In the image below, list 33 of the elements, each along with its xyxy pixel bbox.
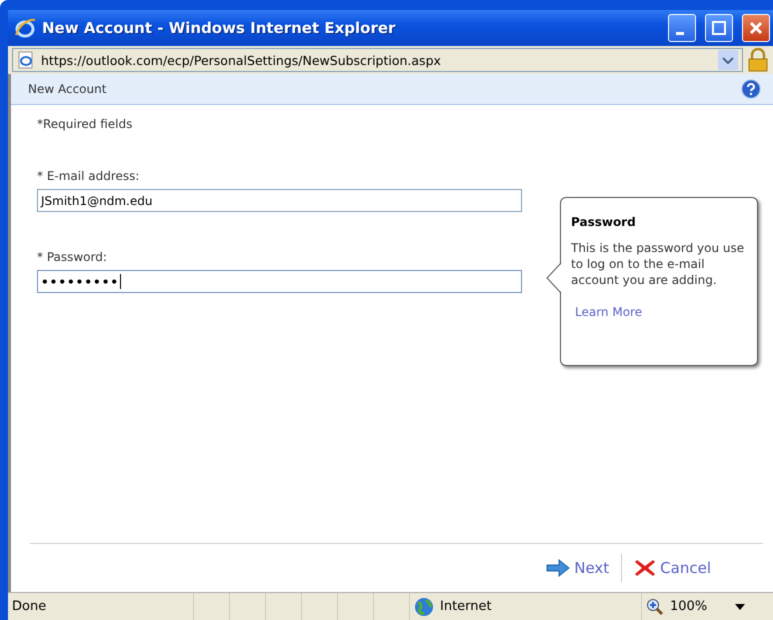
- window-title: New Account - Windows Internet Explorer: [42, 19, 396, 37]
- caret-icon[interactable]: [735, 604, 746, 610]
- next-button[interactable]: Next: [534, 555, 622, 581]
- cancel-button[interactable]: Cancel: [621, 554, 723, 582]
- tooltip-text: This is the password you use to log on to the e-mail account you are adding.: [571, 240, 746, 288]
- address-field[interactable]: https://outlook.com/ecp/PersonalSettings/NewSubscription.aspx: [12, 48, 743, 72]
- close-icon: [749, 21, 763, 35]
- page-title: New Account: [28, 82, 106, 96]
- padlock-icon[interactable]: [747, 48, 769, 72]
- help-icon[interactable]: [741, 79, 761, 99]
- required-note: *Required fields: [37, 117, 132, 131]
- learn-more-link[interactable]: Learn More: [575, 305, 642, 319]
- zoom-level[interactable]: 100%: [670, 599, 708, 614]
- page-icon: [17, 51, 35, 69]
- field-label: * Password:: [37, 250, 107, 264]
- status-text: Done: [12, 599, 46, 614]
- minimize-button[interactable]: [668, 14, 696, 42]
- cross-icon: [634, 558, 656, 578]
- arrow-right-icon: [546, 559, 570, 577]
- minimize-icon: [676, 32, 684, 34]
- zoom-icon[interactable]: [646, 598, 664, 616]
- password-field[interactable]: •••••••••: [37, 270, 522, 293]
- close-button[interactable]: [742, 14, 770, 42]
- dropdown-icon[interactable]: [718, 50, 738, 70]
- tooltip-title: Password: [571, 214, 637, 230]
- zone-text: Internet: [440, 599, 492, 614]
- field-label: * E-mail address:: [37, 169, 140, 183]
- maximize-button[interactable]: [705, 14, 733, 42]
- maximize-icon: [712, 21, 726, 35]
- browser-logo-icon: [14, 17, 36, 39]
- globe-icon: [414, 596, 434, 616]
- url-text: https://outlook.com/ecp/PersonalSettings/NewSubscription.aspx: [41, 52, 442, 68]
- email-field[interactable]: JSmith1@ndm.edu: [37, 189, 522, 212]
